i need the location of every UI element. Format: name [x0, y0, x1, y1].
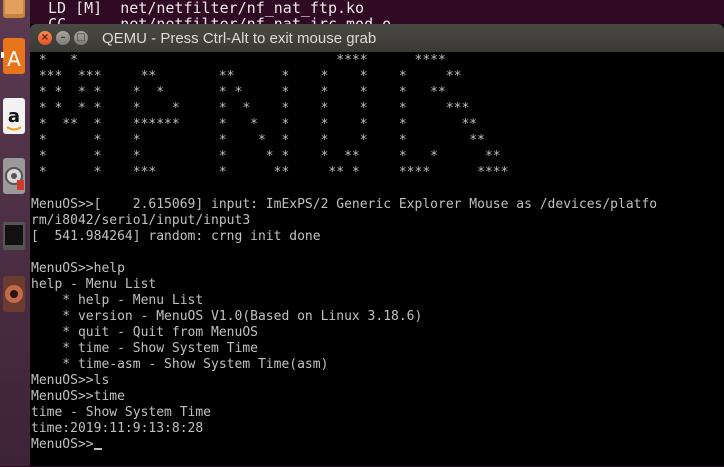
system-settings-icon[interactable] — [1, 154, 27, 198]
window-title: QEMU - Press Ctrl-Alt to exit mouse grab — [102, 29, 377, 47]
log-line: help - Menu List — [31, 277, 157, 292]
prompt: MenuOS>> — [31, 437, 94, 452]
banner-line: * * * * * * * ** * * ** — [31, 149, 501, 164]
maximize-button[interactable]: □ — [74, 31, 88, 45]
banner-line: * * * * * * * * * ** — [31, 133, 485, 148]
workspace-switcher-icon[interactable] — [1, 214, 27, 258]
minimize-icon: – — [60, 32, 66, 43]
log-line: time - Show System Time — [31, 405, 212, 420]
log-line: * version - MenuOS V1.0(Based on Linux 3… — [31, 309, 423, 324]
banner-line: * * **** **** — [31, 53, 446, 68]
maximize-icon: □ — [76, 32, 86, 43]
log-line: * time - Show System Time — [31, 341, 258, 356]
log-line: MenuOS>>[ 2.615069] input: ImExPS/2 Gene… — [31, 197, 658, 212]
svg-text:A: A — [7, 47, 21, 71]
log-line: * help - Menu List — [31, 293, 204, 308]
svg-text:a: a — [8, 106, 20, 127]
qemu-window[interactable]: × – □ QEMU - Press Ctrl-Alt to exit mous… — [30, 24, 724, 466]
files-icon[interactable] — [1, 0, 27, 20]
window-titlebar[interactable]: × – □ QEMU - Press Ctrl-Alt to exit mous… — [30, 24, 724, 52]
launcher: A a — [0, 0, 31, 466]
banner-line: *** *** ** ** * * * * ** — [31, 69, 462, 84]
log-line: MenuOS>>help — [31, 261, 125, 276]
prompt-line[interactable]: MenuOS>> — [30, 437, 724, 453]
banner-line: * ** * ****** * * * * * * ** — [31, 117, 478, 132]
log-line: MenuOS>>time — [31, 389, 125, 404]
banner-line: * * * * * * * * * * * * ** — [31, 85, 446, 100]
text-cursor — [93, 448, 102, 450]
app-icon[interactable] — [1, 272, 27, 316]
log-line: MenuOS>>ls — [31, 373, 110, 388]
banner-line: * * * * * * * * * * * * *** — [31, 101, 470, 116]
banner-line: * * *** * ** ** * **** **** — [31, 165, 509, 180]
close-button[interactable]: × — [38, 31, 52, 45]
close-icon: × — [40, 32, 50, 43]
log-line: rm/i8042/serio1/input/input3 — [31, 213, 251, 228]
minimize-button[interactable]: – — [56, 31, 70, 45]
background-terminal-line: LD [M] net/netfilter/nf_nat_ftp.ko — [48, 0, 365, 17]
running-indicator — [1, 52, 4, 58]
amazon-icon[interactable]: a — [1, 94, 27, 138]
software-center-icon[interactable]: A — [1, 34, 27, 78]
log-line: * time-asm - Show System Time(asm) — [31, 357, 329, 372]
log-line: * quit - Quit from MenuOS — [31, 325, 258, 340]
log-line: time:2019:11:9:13:8:28 — [31, 421, 204, 436]
log-line: [ 541.984264] random: crng init done — [31, 229, 321, 244]
terminal-screen[interactable]: * * **** **** *** *** ** ** * * * * ** *… — [30, 52, 724, 467]
